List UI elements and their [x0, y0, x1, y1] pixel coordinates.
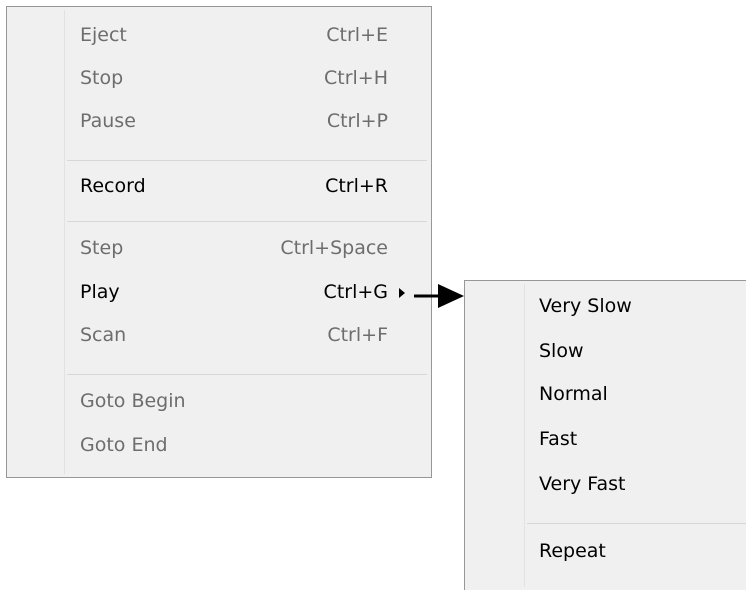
- menu-item-play[interactable]: Play Ctrl+G: [7, 272, 431, 314]
- menu-item-label: Normal: [539, 383, 608, 405]
- menu-item-label: Very Slow: [539, 295, 632, 317]
- menu-item-scan[interactable]: Scan Ctrl+F: [7, 315, 431, 357]
- menu-item-record[interactable]: Record Ctrl+R: [7, 166, 431, 208]
- menu-item-label: Scan: [80, 324, 127, 346]
- submenu-item-normal[interactable]: Normal: [465, 374, 746, 416]
- submenu-arrow-icon: [399, 288, 405, 298]
- menu-item-label: Pause: [80, 110, 136, 132]
- menu-item-shortcut: Ctrl+R: [325, 175, 388, 197]
- play-speed-submenu: Very Slow Slow Normal Fast Very Fast Rep…: [464, 280, 746, 590]
- menu-separator: [67, 374, 427, 375]
- menu-separator: [527, 523, 746, 524]
- menu-item-label: Eject: [80, 24, 127, 46]
- menu-item-shortcut: Ctrl+G: [323, 281, 388, 303]
- menu-separator: [67, 160, 427, 161]
- pointer-arrow-icon: [414, 284, 464, 308]
- submenu-item-very-slow[interactable]: Very Slow: [465, 286, 746, 328]
- menu-item-shortcut: Ctrl+Space: [280, 237, 388, 259]
- submenu-item-fast[interactable]: Fast: [465, 419, 746, 461]
- menu-item-goto-begin[interactable]: Goto Begin: [7, 381, 431, 423]
- menu-item-label: Goto Begin: [80, 390, 186, 412]
- submenu-item-repeat[interactable]: Repeat: [465, 531, 746, 573]
- menu-item-label: Fast: [539, 428, 578, 450]
- menu-item-shortcut: Ctrl+P: [326, 110, 388, 132]
- menu-item-goto-end[interactable]: Goto End: [7, 425, 431, 467]
- menu-item-step[interactable]: Step Ctrl+Space: [7, 228, 431, 270]
- menu-item-shortcut: Ctrl+F: [327, 324, 388, 346]
- menu-item-label: Record: [80, 175, 146, 197]
- menu-item-shortcut: Ctrl+H: [323, 67, 388, 89]
- submenu-item-very-fast[interactable]: Very Fast: [465, 464, 746, 506]
- menu-item-label: Step: [80, 237, 124, 259]
- menu-item-label: Stop: [80, 67, 124, 89]
- menu-item-stop[interactable]: Stop Ctrl+H: [7, 58, 431, 100]
- menu-item-label: Repeat: [539, 540, 606, 562]
- menu-item-label: Very Fast: [539, 473, 626, 495]
- menu-separator: [67, 221, 427, 222]
- menu-item-shortcut: Ctrl+E: [326, 24, 388, 46]
- submenu-item-slow[interactable]: Slow: [465, 331, 746, 373]
- playback-context-menu: Eject Ctrl+E Stop Ctrl+H Pause Ctrl+P Re…: [6, 6, 432, 478]
- menu-item-pause[interactable]: Pause Ctrl+P: [7, 101, 431, 143]
- menu-item-eject[interactable]: Eject Ctrl+E: [7, 15, 431, 57]
- menu-item-label: Slow: [539, 340, 584, 362]
- menu-item-label: Goto End: [80, 434, 168, 456]
- menu-item-label: Play: [80, 281, 120, 303]
